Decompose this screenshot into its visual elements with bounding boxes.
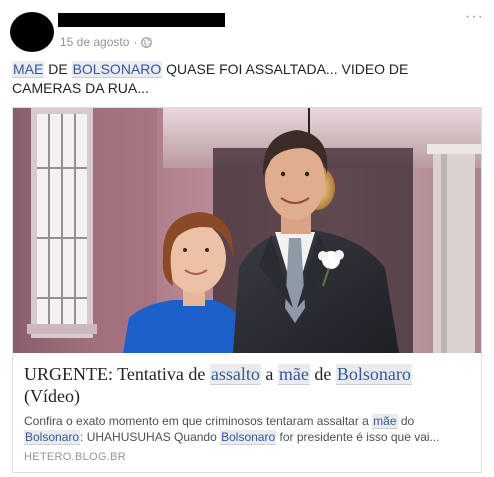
keyword-mae[interactable]: mãe bbox=[372, 414, 398, 429]
link-title-segment: URGENTE: Tentativa de bbox=[24, 364, 210, 384]
link-title-segment: (Vídeo) bbox=[24, 386, 80, 406]
keyword-bolsonaro[interactable]: Bolsonaro bbox=[24, 430, 81, 445]
link-desc-segment: Confira o exato momento em que criminoso… bbox=[24, 414, 373, 428]
post-text-segment: DE bbox=[44, 61, 72, 77]
link-desc-segment: : UHAHUSUHAS Quando bbox=[80, 430, 221, 444]
meta-separator: · bbox=[133, 35, 138, 49]
more-options-icon[interactable]: ··· bbox=[465, 8, 484, 26]
link-desc-segment: do bbox=[397, 414, 415, 428]
keyword-bolsonaro[interactable]: Bolsonaro bbox=[220, 430, 277, 445]
link-domain: HETERO.BLOG.BR bbox=[24, 451, 126, 463]
link-title-segment: de bbox=[309, 364, 336, 384]
keyword-assalto[interactable]: assalto bbox=[209, 364, 261, 385]
avatar[interactable] bbox=[10, 12, 54, 52]
link-preview[interactable]: URGENTE: Tentativa de assalto a mãe de B… bbox=[12, 107, 482, 473]
globe-icon[interactable] bbox=[141, 36, 153, 48]
keyword-bolsonaro[interactable]: Bolsonaro bbox=[335, 364, 412, 385]
link-desc-segment: for presidente é isso que vai... bbox=[276, 430, 440, 444]
link-title-segment: a bbox=[260, 364, 278, 384]
keyword-mae[interactable]: mãe bbox=[277, 364, 310, 385]
post-card: 15 de agosto · ··· MAE DE BOLSONARO QUAS… bbox=[0, 0, 494, 477]
link-preview-image[interactable] bbox=[13, 108, 481, 353]
hashtag-mae[interactable]: MAE bbox=[12, 61, 45, 78]
post-timestamp[interactable]: 15 de agosto bbox=[60, 35, 129, 49]
hashtag-bolsonaro[interactable]: BOLSONARO bbox=[71, 61, 163, 78]
link-preview-body[interactable]: URGENTE: Tentativa de assalto a mãe de B… bbox=[13, 353, 481, 473]
link-description: Confira o exato momento em que criminoso… bbox=[24, 413, 470, 445]
author-name-redacted[interactable] bbox=[58, 13, 225, 27]
post-meta: 15 de agosto · bbox=[60, 35, 153, 49]
post-text: MAE DE BOLSONARO QUASE FOI ASSALTADA... … bbox=[12, 60, 452, 98]
link-title[interactable]: URGENTE: Tentativa de assalto a mãe de B… bbox=[24, 363, 470, 407]
